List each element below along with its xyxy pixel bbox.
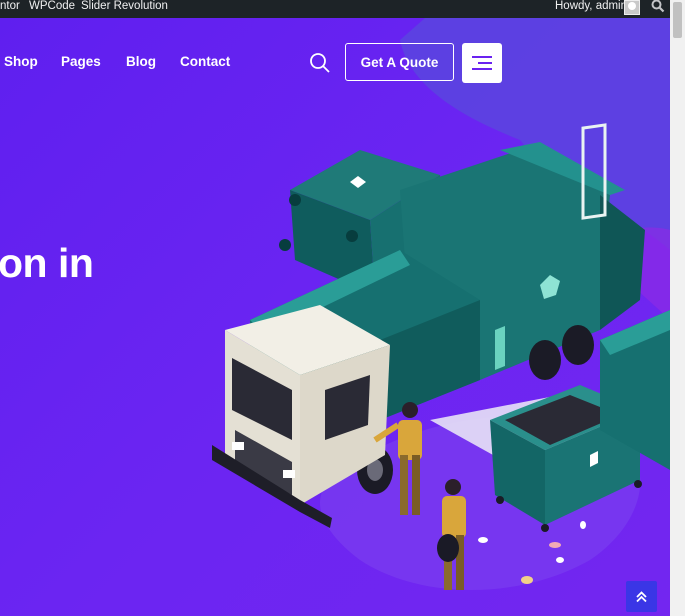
nav-item-shop[interactable]: Shop [4,54,38,69]
adminbar-item-wpcode[interactable]: WPCode [29,0,75,13]
search-icon[interactable] [309,52,331,74]
page-scrollbar[interactable] [670,0,685,616]
adminbar-search-icon[interactable] [651,0,665,13]
hamburger-line [472,68,492,70]
hero-section: Shop Pages Blog Contact Get A Quote on i… [0,18,670,616]
scroll-to-top-button[interactable] [626,581,657,612]
adminbar-item-elementor[interactable]: ntor [0,0,20,13]
menu-button[interactable] [462,43,502,83]
user-avatar-icon[interactable] [624,0,640,15]
double-chevron-up-icon [636,591,647,603]
wp-admin-bar: ntor WPCode Slider Revolution Howdy, adm… [0,0,670,18]
hamburger-menu-icon [472,56,492,58]
hero-headline: on in [0,240,94,286]
adminbar-item-slider-revolution[interactable]: Slider Revolution [81,0,168,13]
adminbar-greeting[interactable]: Howdy, admin [555,0,627,13]
hamburger-line [478,62,492,64]
nav-item-pages[interactable]: Pages [61,54,101,69]
nav-item-blog[interactable]: Blog [126,54,156,69]
get-quote-button[interactable]: Get A Quote [345,43,454,81]
nav-item-contact[interactable]: Contact [180,54,230,69]
garbage-truck-illustration [212,18,670,590]
scrollbar-thumb[interactable] [673,2,682,38]
